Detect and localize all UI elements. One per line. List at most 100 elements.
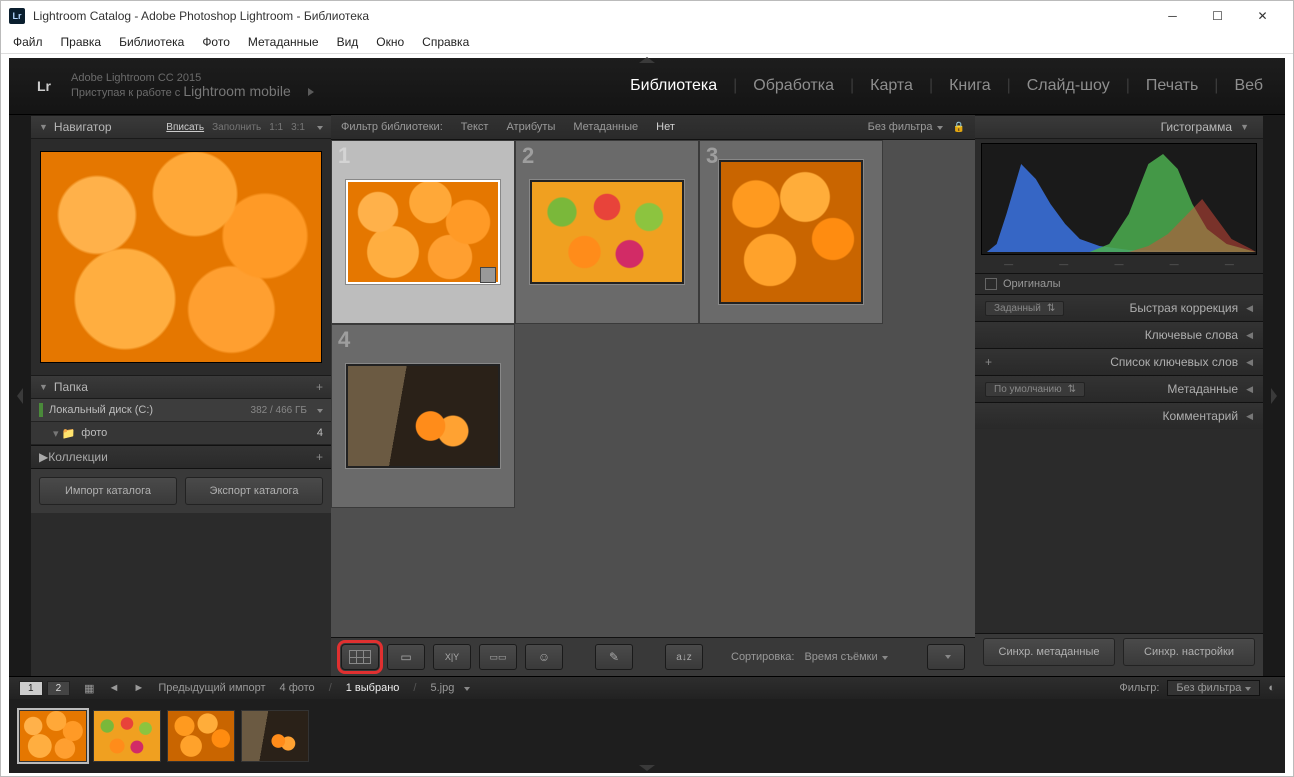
- filter-meta[interactable]: Метаданные: [573, 121, 638, 133]
- menu-edit[interactable]: Правка: [53, 33, 110, 51]
- metadata-preset-dropdown[interactable]: По умолчанию⇅: [985, 382, 1085, 397]
- module-web[interactable]: Веб: [1234, 77, 1263, 95]
- grid-cell-3[interactable]: 3: [699, 140, 883, 324]
- drive-status-icon: [39, 403, 43, 417]
- originals-checkbox[interactable]: [985, 278, 997, 290]
- drive-menu-icon[interactable]: [313, 404, 323, 416]
- folders-title: Папка: [54, 380, 88, 394]
- grid-cell-4[interactable]: 4: [331, 324, 515, 508]
- close-button[interactable]: ✕: [1240, 2, 1285, 30]
- chevron-down-icon[interactable]: ▼: [1240, 122, 1249, 132]
- sort-dropdown[interactable]: Время съёмки: [804, 651, 887, 663]
- chevron-left-icon[interactable]: ◀: [1246, 411, 1253, 422]
- menu-metadata[interactable]: Метаданные: [240, 33, 327, 51]
- nav-forward-icon[interactable]: ►: [133, 682, 144, 694]
- filter-lock-icon[interactable]: [953, 121, 965, 133]
- filter-text[interactable]: Текст: [461, 121, 489, 133]
- grid-cell-1[interactable]: 1: [331, 140, 515, 324]
- filter-preset-dropdown[interactable]: Без фильтра: [868, 121, 943, 133]
- navigator-preview[interactable]: [40, 151, 322, 363]
- window-title: Lightroom Catalog - Adobe Photoshop Ligh…: [33, 9, 1150, 23]
- header-mobile-link[interactable]: Lightroom mobile: [183, 83, 290, 99]
- preset-dropdown[interactable]: Заданный⇅: [985, 301, 1064, 316]
- folder-name: фото: [81, 427, 107, 439]
- module-develop[interactable]: Обработка: [753, 77, 834, 95]
- module-slideshow[interactable]: Слайд-шоу: [1027, 77, 1110, 95]
- chevron-right-icon[interactable]: ▶: [39, 450, 48, 464]
- grid-mini-icon[interactable]: ▦: [84, 682, 94, 695]
- menu-help[interactable]: Справка: [414, 33, 477, 51]
- nav-1-1[interactable]: 1:1: [269, 122, 283, 133]
- filmstrip-thumb-3[interactable]: [167, 710, 235, 762]
- thumbnail: [346, 364, 500, 468]
- chevron-down-icon[interactable]: ▼: [39, 382, 48, 392]
- filter-label: Фильтр библиотеки:: [341, 121, 443, 133]
- screen-2-button[interactable]: 2: [47, 681, 71, 696]
- thumbnail: [719, 160, 863, 304]
- filmstrip-filter-dropdown[interactable]: Без фильтра: [1167, 680, 1260, 696]
- import-catalog-button[interactable]: Импорт каталога: [39, 477, 177, 505]
- toolbar-menu-button[interactable]: [927, 644, 965, 670]
- source-dropdown-icon[interactable]: [460, 682, 470, 694]
- chevron-left-icon[interactable]: ◀: [1246, 357, 1253, 368]
- metadata-title: Метаданные: [1167, 382, 1238, 396]
- chevron-down-icon[interactable]: ▼: [39, 122, 48, 132]
- filmstrip-thumb-2[interactable]: [93, 710, 161, 762]
- navigator-title: Навигатор: [54, 120, 112, 134]
- nav-back-icon[interactable]: ◄: [109, 682, 120, 694]
- chevron-left-icon[interactable]: ◀: [1246, 303, 1253, 314]
- filter-switch-icon[interactable]: ◐: [1268, 682, 1275, 694]
- minimize-button[interactable]: ─: [1150, 2, 1195, 30]
- survey-view-button[interactable]: ▭▭: [479, 644, 517, 670]
- sync-settings-button[interactable]: Синхр. настройки: [1123, 638, 1255, 666]
- cell-index: 3: [706, 143, 718, 169]
- chevron-left-icon[interactable]: ◀: [1246, 330, 1253, 341]
- menu-view[interactable]: Вид: [329, 33, 367, 51]
- maximize-button[interactable]: ☐: [1195, 2, 1240, 30]
- histogram-display[interactable]: [981, 143, 1257, 255]
- painter-tool-button[interactable]: ✎: [595, 644, 633, 670]
- folder-sub-row[interactable]: ▾ 📁 фото 4: [31, 422, 331, 445]
- left-collapse-handle[interactable]: [9, 115, 31, 676]
- menu-photo[interactable]: Фото: [194, 33, 238, 51]
- nav-3-1[interactable]: 3:1: [291, 122, 305, 133]
- sync-metadata-button[interactable]: Синхр. метаданные: [983, 638, 1115, 666]
- loupe-view-button[interactable]: ▭: [387, 644, 425, 670]
- nav-ratio-dropdown[interactable]: [313, 122, 323, 133]
- menu-window[interactable]: Окно: [368, 33, 412, 51]
- module-print[interactable]: Печать: [1146, 77, 1198, 95]
- add-folder-icon[interactable]: +: [316, 380, 323, 394]
- source-label[interactable]: Предыдущий импорт: [158, 682, 265, 694]
- compare-view-button[interactable]: X|Y: [433, 644, 471, 670]
- filmstrip-thumb-1[interactable]: [19, 710, 87, 762]
- nav-fill[interactable]: Заполнить: [212, 122, 261, 133]
- chevron-left-icon[interactable]: ◀: [1246, 384, 1253, 395]
- thumbnail: [530, 180, 684, 284]
- develop-badge-icon: [480, 267, 496, 283]
- grid-view-button[interactable]: [341, 644, 379, 670]
- collapse-top-icon[interactable]: [639, 57, 655, 63]
- export-catalog-button[interactable]: Экспорт каталога: [185, 477, 323, 505]
- module-map[interactable]: Карта: [870, 77, 913, 95]
- nav-fit[interactable]: Вписать: [166, 122, 204, 133]
- menu-library[interactable]: Библиотека: [111, 33, 192, 51]
- collapse-bottom-icon[interactable]: [639, 765, 655, 771]
- add-collection-icon[interactable]: +: [316, 450, 323, 464]
- screen-1-button[interactable]: 1: [19, 681, 43, 696]
- menu-file[interactable]: Файл: [5, 33, 51, 51]
- people-view-button[interactable]: ☺: [525, 644, 563, 670]
- add-keyword-icon[interactable]: +: [985, 355, 992, 369]
- photo-count: 4 фото: [280, 682, 315, 694]
- right-collapse-handle[interactable]: [1263, 115, 1285, 676]
- folder-drive-row[interactable]: Локальный диск (C:) 382 / 466 ГБ: [31, 399, 331, 422]
- filmstrip-thumb-4[interactable]: [241, 710, 309, 762]
- selected-count: 1 выбрано: [346, 682, 400, 694]
- play-icon[interactable]: [308, 88, 314, 96]
- module-library[interactable]: Библиотека: [630, 77, 717, 95]
- filter-attrs[interactable]: Атрибуты: [506, 121, 555, 133]
- grid-cell-2[interactable]: 2: [515, 140, 699, 324]
- filter-none[interactable]: Нет: [656, 121, 675, 133]
- drive-usage: 382 / 466 ГБ: [251, 405, 307, 416]
- module-book[interactable]: Книга: [949, 77, 990, 95]
- sort-direction-button[interactable]: a↓z: [665, 644, 703, 670]
